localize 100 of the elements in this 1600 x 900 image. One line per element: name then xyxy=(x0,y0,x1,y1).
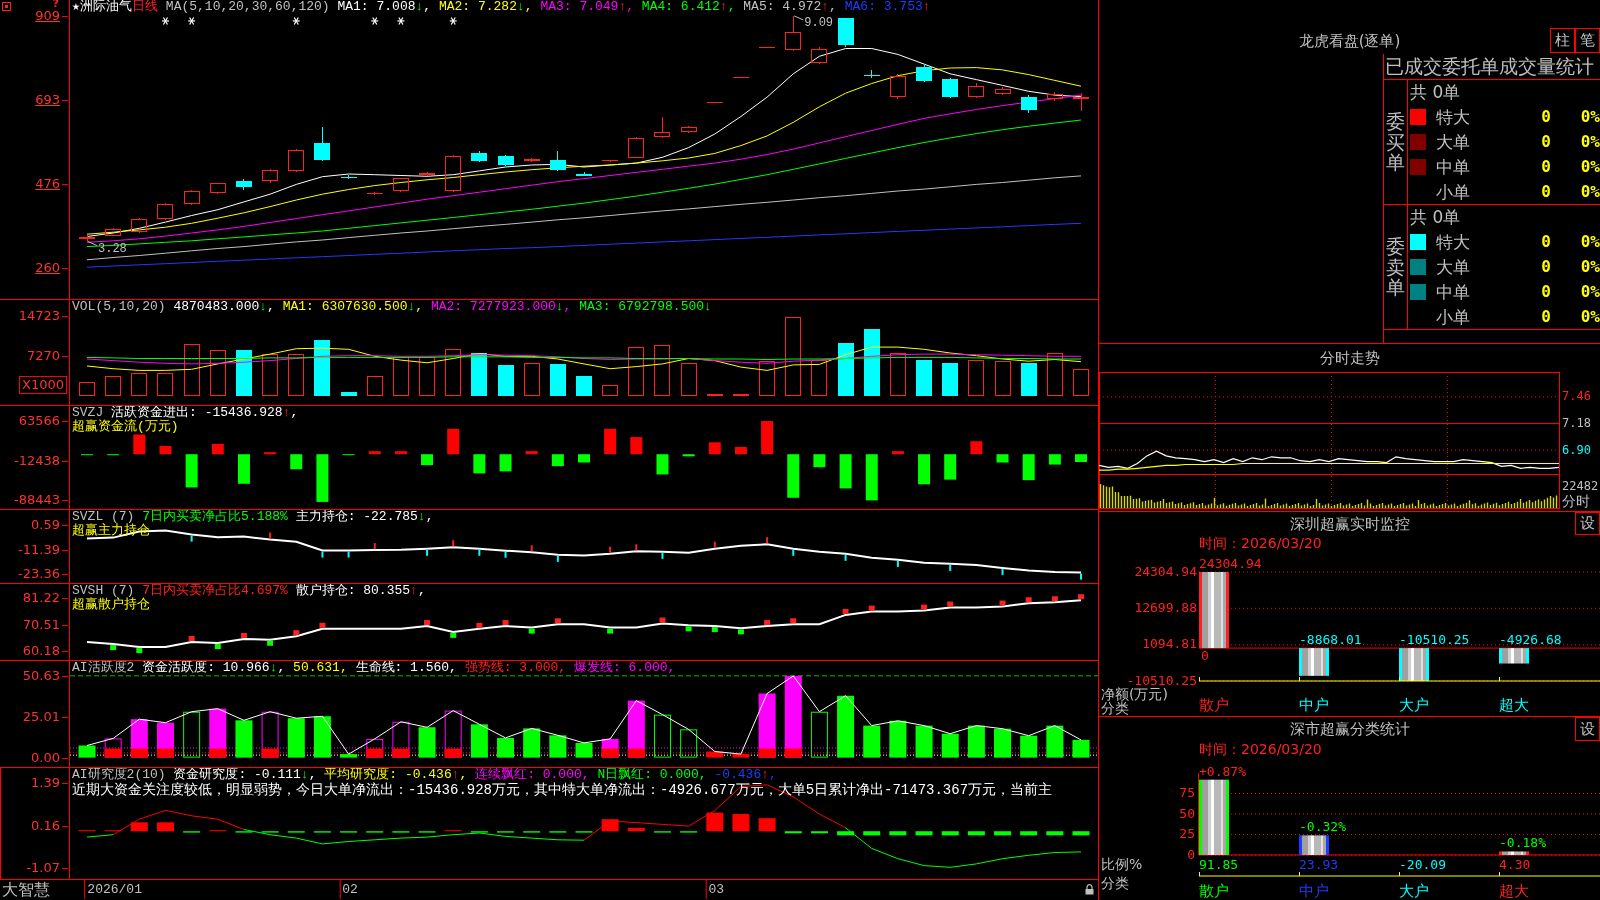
order-count: 0 xyxy=(1541,281,1551,302)
axis-label: 22482 xyxy=(1562,478,1599,493)
square-icon xyxy=(2,2,11,11)
candlestick xyxy=(419,171,436,176)
axis-label: -1.07 xyxy=(26,860,69,876)
axis-title: 分类 xyxy=(1101,875,1129,891)
axis-label: 7.46 xyxy=(1562,389,1591,404)
padlock-icon xyxy=(1085,884,1094,895)
axis-label: 25.01 xyxy=(22,709,69,726)
axis-title: 净额(万元) xyxy=(1101,686,1168,702)
table-title: 已成交委托单成交量统计 xyxy=(1385,55,1594,77)
settings-button[interactable]: 设 xyxy=(1575,512,1600,535)
candlestick xyxy=(968,83,985,99)
trend-tick xyxy=(530,545,533,552)
volume-bar xyxy=(628,346,645,396)
indicator-bar xyxy=(889,831,907,836)
indicator-bar xyxy=(392,831,410,833)
volume-bar xyxy=(811,359,828,396)
candlestick xyxy=(549,150,566,172)
indicator-bar xyxy=(104,830,122,832)
flow-bar xyxy=(473,454,486,474)
flow-bar xyxy=(316,454,329,502)
brand-label: 大智慧 xyxy=(2,880,50,899)
axis-label: 260 xyxy=(35,259,69,276)
axis-label: 81.22 xyxy=(22,590,69,607)
timestamp: 时间：2026/03/20 xyxy=(1199,535,1322,551)
settings-button[interactable]: 设 xyxy=(1575,717,1600,741)
indicator-bar xyxy=(994,831,1012,836)
indicator-bar xyxy=(575,742,593,758)
indicator-bar xyxy=(1046,831,1064,836)
volume-bar xyxy=(837,343,854,396)
view-toggle-button[interactable]: 笔 xyxy=(1575,28,1600,53)
volume-bar xyxy=(79,381,95,396)
order-size-label: 中单 xyxy=(1436,156,1470,177)
trend-tick xyxy=(766,537,769,544)
indicator-bar xyxy=(1072,831,1090,836)
indicator-bar xyxy=(810,711,828,758)
volume-bar xyxy=(419,357,436,396)
value-label: -8868.01 xyxy=(1299,632,1362,648)
flow-bar xyxy=(944,454,957,480)
category-label: 大户 xyxy=(1399,881,1429,900)
volume-bar xyxy=(1020,362,1037,396)
flow-bar xyxy=(1075,454,1087,462)
flow-bar xyxy=(708,442,721,455)
panel-title: 深圳超赢实时监控 xyxy=(1289,514,1410,533)
value-label: 91.85 xyxy=(1199,856,1239,872)
volume-bar xyxy=(183,344,200,396)
volume-bar xyxy=(602,384,619,396)
indicator-bar xyxy=(287,831,305,833)
candlestick xyxy=(1020,94,1037,114)
flow-bar xyxy=(133,434,146,455)
indicator-bar xyxy=(784,831,802,834)
order-share: 0% xyxy=(1580,231,1600,252)
flow-bar xyxy=(525,451,538,455)
axis-label: 70.51 xyxy=(22,617,69,634)
indicator-bar xyxy=(523,728,541,758)
candlestick xyxy=(340,174,357,180)
indicator-bar xyxy=(156,822,174,832)
order-share: 0% xyxy=(1580,181,1600,202)
indicator-bar xyxy=(653,714,671,758)
change-label: -0.32% xyxy=(1299,819,1346,835)
candlestick xyxy=(680,125,697,134)
candlestick xyxy=(209,182,226,195)
trend-tick xyxy=(321,551,324,558)
reference-label: 0 xyxy=(1201,648,1209,664)
indicator-bar xyxy=(758,818,776,832)
flow-bar xyxy=(1022,454,1035,481)
candlestick xyxy=(759,47,776,49)
asterisk-icon xyxy=(396,16,405,26)
volume-bar xyxy=(366,375,383,396)
date-label: 02 xyxy=(339,880,358,899)
trend-tick xyxy=(373,543,376,550)
category-label: 中户 xyxy=(1299,695,1329,714)
candlestick xyxy=(654,116,671,139)
axis-label: 0.59 xyxy=(31,517,69,534)
trend-tick xyxy=(1001,568,1004,575)
volume-bar xyxy=(706,393,723,396)
trend-tick xyxy=(609,546,612,553)
indicator-bar xyxy=(418,727,436,758)
view-toggle-button[interactable]: 柱 xyxy=(1550,28,1575,53)
indicator-bar xyxy=(261,831,279,833)
candlestick xyxy=(863,69,880,79)
order-size-label: 小单 xyxy=(1436,181,1470,202)
indicator-bar xyxy=(418,831,436,833)
flow-bar xyxy=(394,451,407,455)
volume-bar xyxy=(968,359,985,396)
axis-label: 476 xyxy=(35,176,69,193)
value-label: 23.93 xyxy=(1299,856,1339,872)
volume-bar xyxy=(157,372,174,396)
volume-bar xyxy=(759,360,776,396)
candlestick xyxy=(1046,91,1063,102)
asterisk-icon xyxy=(370,16,379,26)
category-label: 中户 xyxy=(1299,881,1329,900)
axis-title: 比例% xyxy=(1101,856,1143,872)
candlestick xyxy=(602,159,619,163)
axis-label: 0.16 xyxy=(31,817,69,834)
volume-bar xyxy=(262,353,279,396)
flow-bar xyxy=(656,454,669,475)
trend-tick xyxy=(844,554,847,561)
axis-label: -88443 xyxy=(13,492,69,509)
